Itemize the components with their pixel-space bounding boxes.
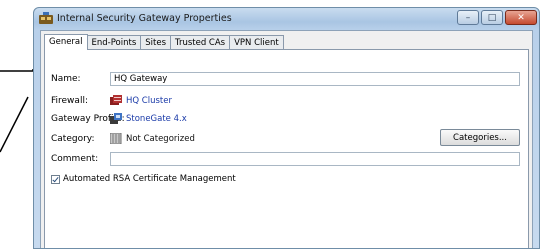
dialog-content: General End-Points Sites Trusted CAs VPN… <box>40 30 533 248</box>
close-button[interactable]: ✕ <box>505 10 537 25</box>
properties-window: Internal Security Gateway Properties – □… <box>33 7 540 249</box>
tab-end-points[interactable]: End-Points <box>86 35 142 50</box>
firewall-link[interactable]: HQ Cluster <box>110 95 172 106</box>
gateway-profile-icon <box>110 113 122 124</box>
name-label: Name: <box>51 74 81 84</box>
gateway-app-icon <box>39 12 53 24</box>
firewall-label: Firewall: <box>51 96 88 106</box>
gateway-profile-link[interactable]: StoneGate 4.x <box>110 113 187 124</box>
categories-button[interactable]: Categories... <box>440 129 520 146</box>
tab-vpn-client[interactable]: VPN Client <box>229 35 284 50</box>
rsa-checkbox-row[interactable]: Automated RSA Certificate Management <box>51 174 236 184</box>
tab-sites[interactable]: Sites <box>140 35 172 50</box>
bottom-fade <box>45 198 528 248</box>
minimize-button[interactable]: – <box>457 10 479 25</box>
maximize-button[interactable]: □ <box>481 10 503 25</box>
category-value: Not Categorized <box>126 133 195 144</box>
gateway-profile-value: StoneGate 4.x <box>126 113 187 124</box>
title-bar: Internal Security Gateway Properties – □… <box>34 8 539 30</box>
name-field[interactable]: HQ Gateway <box>110 72 520 86</box>
category-value-group: Not Categorized <box>110 133 195 144</box>
tab-strip: General End-Points Sites Trusted CAs VPN… <box>44 34 284 50</box>
general-panel: Name: HQ Gateway Firewall: HQ Cluster Ga… <box>44 49 529 248</box>
window-title: Internal Security Gateway Properties <box>57 13 232 24</box>
firewall-cluster-icon <box>110 95 122 105</box>
category-icon <box>110 133 122 144</box>
firewall-value: HQ Cluster <box>126 95 172 106</box>
rsa-checkbox-label: Automated RSA Certificate Management <box>63 174 236 184</box>
category-label: Category: <box>51 134 95 144</box>
tab-trusted-cas[interactable]: Trusted CAs <box>170 35 231 50</box>
rsa-checkbox[interactable] <box>51 174 60 184</box>
comment-field[interactable] <box>110 152 520 166</box>
tab-general[interactable]: General <box>44 34 88 50</box>
comment-label: Comment: <box>51 154 99 164</box>
